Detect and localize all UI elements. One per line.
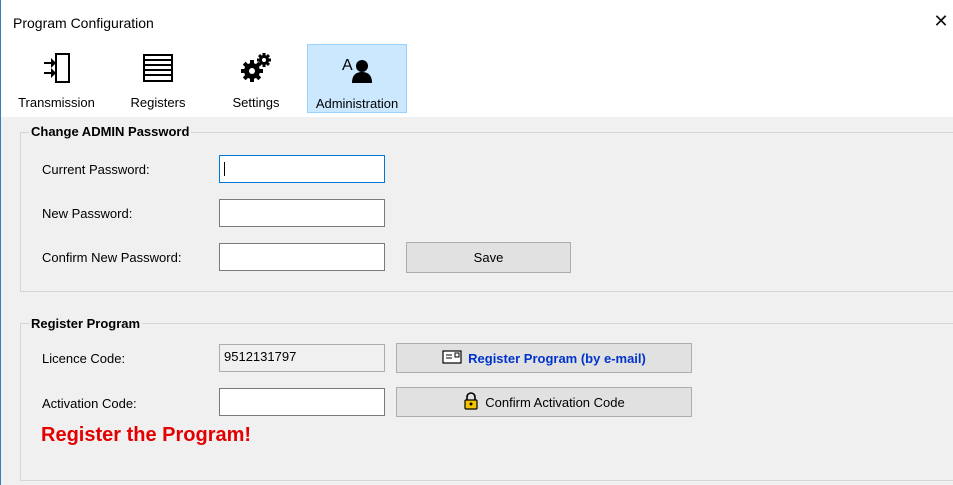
svg-text:A: A bbox=[342, 57, 353, 74]
licence-code-field[interactable]: 9512131797 bbox=[219, 344, 385, 372]
padlock-icon bbox=[463, 391, 479, 413]
confirm-activation-button[interactable]: Confirm Activation Code bbox=[396, 387, 692, 417]
text-caret bbox=[224, 162, 225, 176]
confirm-password-field[interactable] bbox=[219, 243, 385, 271]
tab-registers[interactable]: Registers bbox=[119, 44, 197, 113]
tab-label: Settings bbox=[232, 95, 280, 110]
save-button[interactable]: Save bbox=[406, 242, 571, 273]
register-by-email-label: Register Program (by e-mail) bbox=[468, 350, 646, 366]
confirm-password-label: Confirm New Password: bbox=[42, 250, 182, 265]
title-bar: Program Configuration ✕ bbox=[1, 0, 953, 44]
register-warning: Register the Program! bbox=[41, 424, 252, 446]
close-icon[interactable]: ✕ bbox=[933, 12, 949, 30]
activation-code-field[interactable] bbox=[219, 388, 385, 416]
register-by-email-button[interactable]: Register Program (by e-mail) bbox=[396, 343, 692, 373]
register-program-title: Register Program bbox=[29, 316, 143, 331]
envelope-icon bbox=[442, 349, 462, 367]
tab-administration[interactable]: A Administration bbox=[307, 44, 407, 113]
gears-icon bbox=[219, 52, 293, 84]
tab-label: Transmission bbox=[18, 95, 95, 110]
current-password-label: Current Password: bbox=[42, 162, 150, 177]
admin-password-title: Change ADMIN Password bbox=[29, 124, 192, 139]
tab-label: Registers bbox=[130, 95, 186, 110]
toolbar: Transmission Registers Settings A Admini… bbox=[1, 44, 953, 117]
confirm-activation-label: Confirm Activation Code bbox=[485, 394, 625, 410]
current-password-field[interactable] bbox=[219, 155, 385, 183]
window-title: Program Configuration bbox=[13, 15, 154, 31]
new-password-label: New Password: bbox=[42, 206, 133, 221]
tab-transmission[interactable]: Transmission bbox=[9, 44, 104, 113]
transmission-icon bbox=[9, 52, 104, 84]
registers-icon bbox=[119, 52, 197, 84]
new-password-field[interactable] bbox=[219, 199, 385, 227]
licence-code-label: Licence Code: bbox=[42, 351, 126, 366]
save-button-label: Save bbox=[473, 250, 504, 265]
licence-code-value: 9512131797 bbox=[224, 349, 297, 364]
program-configuration-window: Program Configuration ✕ Transmission Reg… bbox=[0, 0, 953, 485]
tab-settings[interactable]: Settings bbox=[219, 44, 293, 113]
tab-label: Administration bbox=[315, 96, 399, 111]
activation-code-label: Activation Code: bbox=[42, 396, 137, 411]
administration-icon: A bbox=[308, 53, 406, 85]
